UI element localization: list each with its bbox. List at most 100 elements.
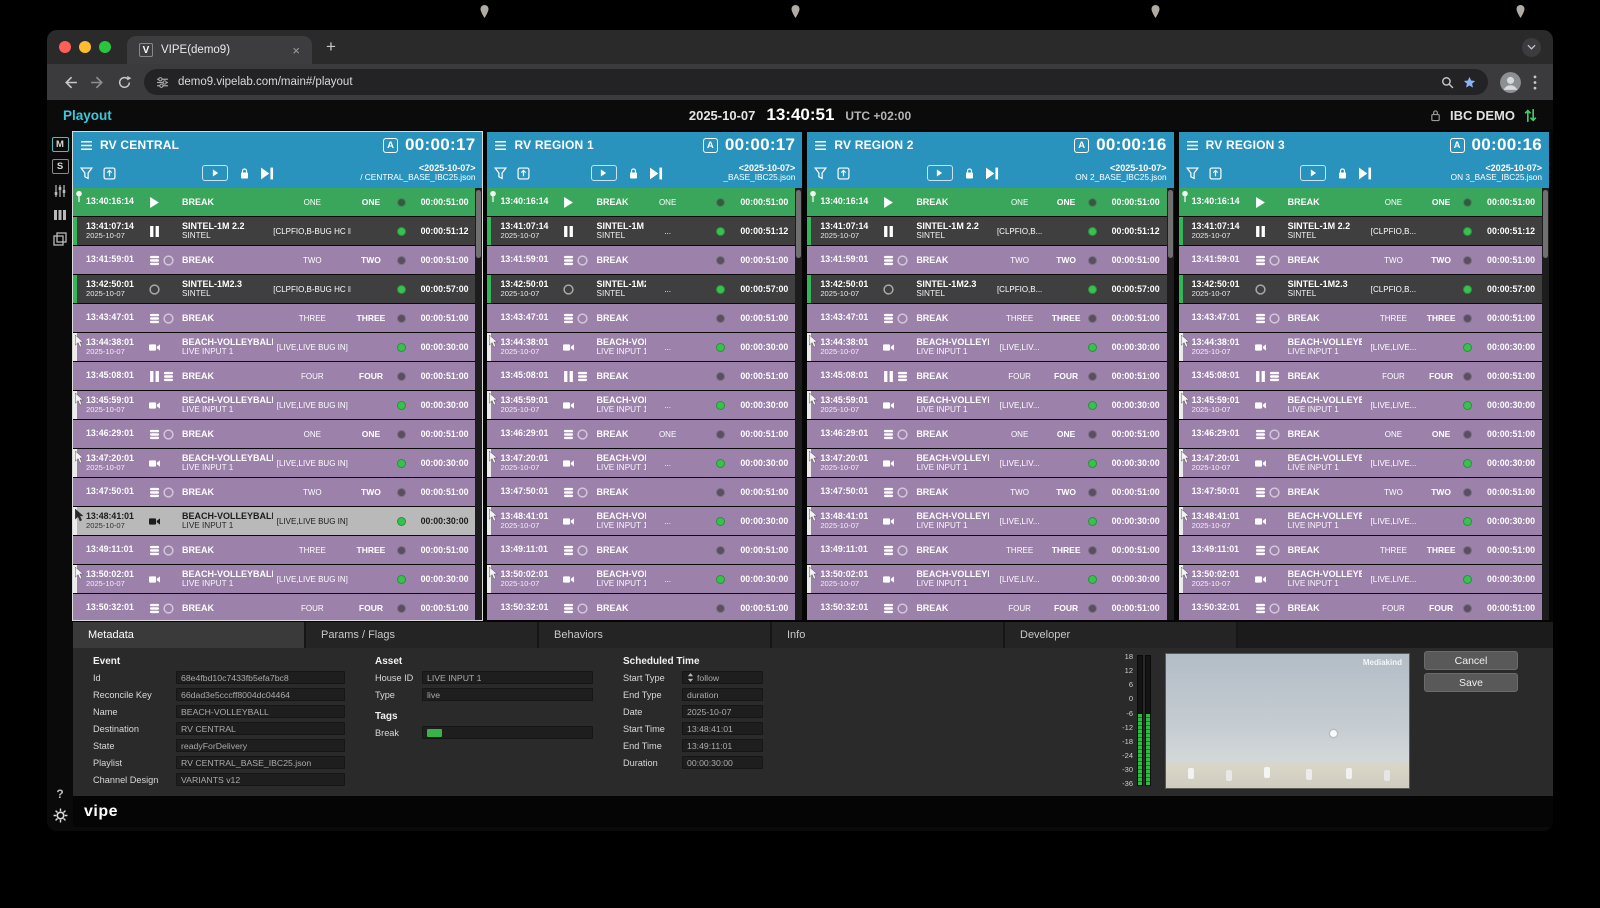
minimize-window-button[interactable]	[79, 41, 91, 53]
new-tab-button[interactable]: +	[318, 37, 344, 57]
scrollbar-thumb[interactable]	[476, 190, 482, 258]
event-row[interactable]: 13:50:02:01 2025-10-07 BEACH-VOLLEYBALL …	[807, 565, 1174, 593]
skip-next-button[interactable]	[261, 167, 274, 180]
start-type-input[interactable]: follow	[682, 671, 763, 684]
forward-icon[interactable]	[90, 75, 105, 90]
mode-s-button[interactable]: S	[51, 159, 69, 174]
skip-next-button[interactable]	[1359, 167, 1372, 180]
event-row[interactable]: 13:46:29:01 BREAK ONE ONE 00:00:51:00	[807, 420, 1174, 448]
channel-menu-icon[interactable]	[80, 139, 93, 152]
event-row[interactable]: 13:44:38:01 2025-10-07 BEACH-VOLLEYBALL …	[1178, 333, 1549, 361]
tab-params-flags[interactable]: Params / Flags	[306, 622, 537, 648]
scrollbar[interactable]	[1166, 188, 1174, 620]
event-row[interactable]: 13:45:08:01 BREAK 00:00:51:00	[487, 362, 803, 390]
tab-search-chevron-icon[interactable]	[1522, 37, 1541, 57]
lock-icon[interactable]	[1336, 167, 1349, 180]
state-input[interactable]: readyForDelivery	[176, 739, 345, 752]
profile-avatar[interactable]	[1500, 71, 1521, 93]
date-input[interactable]: 2025-10-07	[682, 705, 763, 718]
event-row[interactable]: 13:41:07:14 2025-10-07 SINTEL-1M 2.2 SIN…	[487, 217, 803, 245]
maximize-window-button[interactable]	[99, 41, 111, 53]
break-input[interactable]	[422, 726, 593, 739]
event-row[interactable]: 13:49:11:01 BREAK THREE THREE 00:00:51:0…	[1178, 536, 1549, 564]
bookmark-star-icon[interactable]	[1463, 76, 1476, 89]
event-row[interactable]: 13:47:50:01 BREAK 00:00:51:00	[487, 478, 803, 506]
start-time-input[interactable]: 13:48:41:01	[682, 722, 763, 735]
event-row[interactable]: 13:50:02:01 2025-10-07 BEACH-VOLLEYBALL …	[1178, 565, 1549, 593]
event-row[interactable]: 13:46:29:01 BREAK ONE ONE 00:00:51:00	[1178, 420, 1549, 448]
event-row[interactable]: 13:42:50:01 2025-10-07 SINTEL-1M2.3 SINT…	[73, 275, 483, 303]
channel-menu-icon[interactable]	[814, 139, 827, 152]
event-row[interactable]: 13:44:38:01 2025-10-07 BEACH-VOLLEY... L…	[487, 333, 803, 361]
mixer-icon[interactable]	[53, 184, 67, 198]
lock-icon[interactable]	[627, 167, 640, 180]
event-row[interactable]: 13:41:59:01 BREAK TWO TWO 00:00:51:00	[73, 246, 483, 274]
close-window-button[interactable]	[59, 41, 71, 53]
event-row[interactable]: 13:43:47:01 BREAK 00:00:51:00	[487, 304, 803, 332]
end-time-input[interactable]: 13:49:11:01	[682, 739, 763, 752]
settings-gear-icon[interactable]	[53, 808, 68, 823]
window-controls[interactable]	[59, 41, 111, 53]
event-row[interactable]: 13:48:41:01 2025-10-07 BEACH-VOLLEY... L…	[487, 507, 803, 535]
reconcile-key-input[interactable]: 66dad3e5cccff8004dc04464	[176, 688, 345, 701]
browser-tab[interactable]: V VIPE(demo9) ×	[127, 36, 312, 64]
upload-icon[interactable]	[1209, 166, 1222, 180]
layers-icon[interactable]	[53, 232, 67, 246]
event-row[interactable]: 13:45:59:01 2025-10-07 BEACH-VOLLEY... L…	[487, 391, 803, 419]
event-row[interactable]: 13:45:08:01 BREAK FOUR FOUR 00:00:51:00	[73, 362, 483, 390]
event-row[interactable]: 13:41:07:14 2025-10-07 SINTEL-1M 2.2 SIN…	[73, 217, 483, 245]
duration-input[interactable]: 00:00:30:00	[682, 756, 763, 769]
video-preview[interactable]: Mediakind	[1165, 653, 1410, 789]
skip-next-button[interactable]	[649, 167, 663, 180]
event-row[interactable]: 13:48:41:01 2025-10-07 BEACH-VOLLEYBALL …	[73, 507, 483, 535]
house-id-input[interactable]: LIVE INPUT 1	[422, 671, 593, 684]
back-icon[interactable]	[63, 75, 78, 90]
event-row[interactable]: 13:50:02:01 2025-10-07 BEACH-VOLLEYBALL …	[73, 565, 483, 593]
event-row[interactable]: 13:50:32:01 BREAK FOUR FOUR 00:00:51:00	[73, 594, 483, 620]
play-button[interactable]	[926, 165, 953, 181]
event-row[interactable]: 13:41:59:01 BREAK 00:00:51:00	[487, 246, 803, 274]
skip-next-button[interactable]	[985, 167, 999, 180]
event-row[interactable]: 13:41:59:01 BREAK TWO TWO 00:00:51:00	[807, 246, 1174, 274]
upload-icon[interactable]	[517, 166, 530, 180]
event-row[interactable]: 13:40:16:14 BREAK ONE ONE 00:00:51:00	[73, 188, 483, 216]
event-row[interactable]: 13:49:11:01 BREAK THREE THREE 00:00:51:0…	[807, 536, 1174, 564]
account-name[interactable]: IBC DEMO	[1450, 108, 1515, 123]
filter-icon[interactable]	[814, 166, 828, 180]
event-row[interactable]: 13:46:29:01 BREAK ONE ONE 00:00:51:00	[73, 420, 483, 448]
reload-icon[interactable]	[117, 75, 132, 90]
play-button[interactable]	[202, 165, 229, 181]
destination-input[interactable]: RV CENTRAL	[176, 722, 345, 735]
event-row[interactable]: 13:41:07:14 2025-10-07 SINTEL-1M 2.2 SIN…	[1178, 217, 1549, 245]
auto-mode-badge[interactable]: A	[702, 137, 718, 153]
event-row[interactable]: 13:47:50:01 BREAK TWO TWO 00:00:51:00	[1178, 478, 1549, 506]
scrollbar-thumb[interactable]	[796, 190, 802, 258]
event-row[interactable]: 13:43:47:01 BREAK THREE THREE 00:00:51:0…	[807, 304, 1174, 332]
event-row[interactable]: 13:45:08:01 BREAK FOUR FOUR 00:00:51:00	[1178, 362, 1549, 390]
upload-icon[interactable]	[837, 166, 850, 180]
tab-info[interactable]: Info	[772, 622, 1003, 648]
play-button[interactable]	[590, 165, 617, 181]
event-row[interactable]: 13:48:41:01 2025-10-07 BEACH-VOLLEYBALL …	[1178, 507, 1549, 535]
lock-icon[interactable]	[963, 167, 976, 180]
url-bar[interactable]: demo9.vipelab.com/main#/playout	[144, 69, 1488, 95]
lock-icon[interactable]	[238, 167, 251, 180]
help-button[interactable]: ?	[56, 787, 63, 801]
event-row[interactable]: 13:43:47:01 BREAK THREE THREE 00:00:51:0…	[1178, 304, 1549, 332]
event-row[interactable]: 13:49:11:01 BREAK THREE THREE 00:00:51:0…	[73, 536, 483, 564]
upload-icon[interactable]	[103, 166, 116, 180]
filter-icon[interactable]	[80, 166, 93, 180]
url-text[interactable]: demo9.vipelab.com/main#/playout	[178, 76, 1432, 88]
event-row[interactable]: 13:48:41:01 2025-10-07 BEACH-VOLLEYBALL …	[807, 507, 1174, 535]
end-type-input[interactable]: duration	[682, 688, 763, 701]
browser-menu-icon[interactable]	[1533, 74, 1537, 90]
event-row[interactable]: 13:44:38:01 2025-10-07 BEACH-VOLLEYBALL …	[807, 333, 1174, 361]
event-row[interactable]: 13:47:20:01 2025-10-07 BEACH-VOLLEYBALL …	[807, 449, 1174, 477]
transfer-arrows-icon[interactable]	[1524, 108, 1537, 123]
name-input[interactable]: BEACH-VOLLEYBALL	[176, 705, 345, 718]
zoom-icon[interactable]	[1441, 76, 1454, 89]
channel-design-input[interactable]: VARIANTS v12	[176, 773, 345, 786]
event-row[interactable]: 13:47:20:01 2025-10-07 BEACH-VOLLEYBALL …	[1178, 449, 1549, 477]
event-row[interactable]: 13:45:08:01 BREAK FOUR FOUR 00:00:51:00	[807, 362, 1174, 390]
event-row[interactable]: 13:42:50:01 2025-10-07 SINTEL-1M2.3 SINT…	[1178, 275, 1549, 303]
